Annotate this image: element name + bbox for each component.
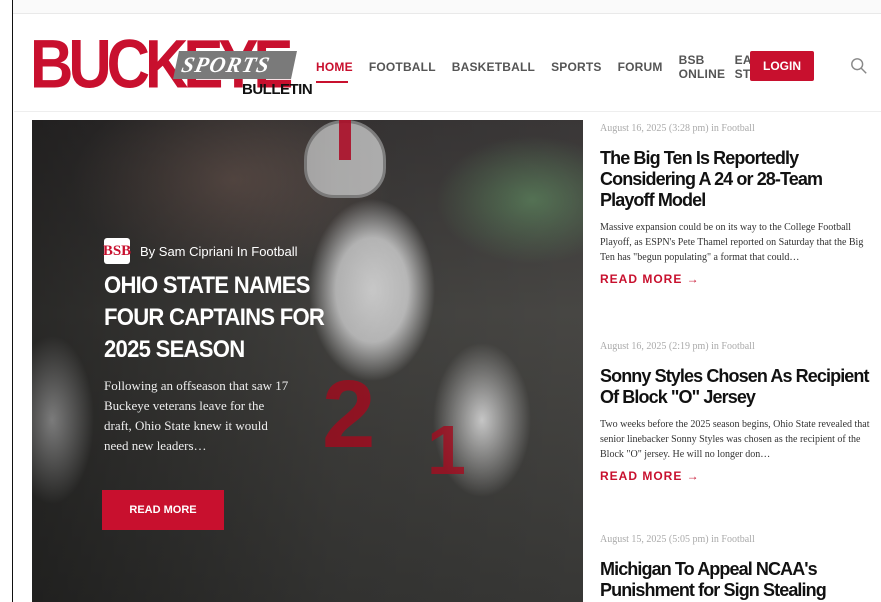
article-excerpt: Two weeks before the 2025 season begins,… bbox=[600, 419, 870, 460]
article-meta: August 15, 2025 (5:05 pm) in Football bbox=[600, 534, 755, 545]
bsb-badge-icon: BSB bbox=[103, 238, 131, 264]
main-nav: HOME FOOTBALL BASKETBALL SPORTS FORUM BS… bbox=[316, 53, 791, 83]
read-more-link[interactable]: READ MORE → bbox=[600, 469, 870, 483]
article-title[interactable]: Michigan To Appeal NCAA's Punishment for… bbox=[600, 559, 870, 601]
article-meta: August 16, 2025 (3:28 pm) in Football bbox=[600, 123, 755, 134]
nav-item-sports[interactable]: SPORTS bbox=[551, 60, 602, 74]
article-title[interactable]: Sonny Styles Chosen As Recipient Of Bloc… bbox=[600, 366, 870, 408]
article-item: August 16, 2025 (2:19 pm) in Football So… bbox=[600, 340, 870, 483]
search-icon[interactable] bbox=[850, 57, 868, 75]
nav-item-bsb-online[interactable]: BSB ONLINE bbox=[679, 53, 725, 81]
site-header: BUCKEYE SPORTS BULLETIN HOME FOOTBALL BA… bbox=[14, 15, 881, 112]
article-item: August 15, 2025 (5:05 pm) in Football Mi… bbox=[600, 533, 870, 601]
hero-featured-story[interactable]: 2 1 BSB By Sam Cipriani In Football OHIO… bbox=[32, 120, 583, 602]
hero-excerpt: Following an offseason that saw 17 Bucke… bbox=[104, 378, 289, 453]
login-button[interactable]: LOGIN bbox=[750, 51, 814, 81]
hero-read-more-button[interactable]: READ MORE bbox=[102, 490, 224, 530]
article-excerpt: Massive expansion could be on its way to… bbox=[600, 222, 864, 263]
nav-item-football[interactable]: FOOTBALL bbox=[369, 60, 436, 74]
article-title[interactable]: The Big Ten Is Reportedly Considering A … bbox=[600, 148, 870, 211]
nav-item-label: HOME bbox=[316, 60, 353, 74]
logo-sports-text: SPORTS bbox=[173, 51, 297, 79]
site-logo[interactable]: BUCKEYE SPORTS BULLETIN bbox=[30, 28, 313, 103]
nav-item-home[interactable]: HOME bbox=[316, 60, 353, 83]
logo-bulletin-text: BULLETIN bbox=[242, 81, 313, 98]
nav-item-forum[interactable]: FORUM bbox=[618, 60, 663, 74]
hero-title[interactable]: OHIO STATE NAMES FOUR CAPTAINS FOR 2025 … bbox=[104, 270, 334, 366]
page-left-edge bbox=[0, 0, 13, 602]
nav-item-basketball[interactable]: BASKETBALL bbox=[452, 60, 535, 74]
hero-byline: BSB By Sam Cipriani In Football bbox=[103, 238, 298, 264]
browser-top-edge bbox=[0, 0, 881, 14]
read-more-link[interactable]: READ MORE → bbox=[600, 272, 870, 286]
active-underline bbox=[316, 81, 348, 83]
article-meta: August 16, 2025 (2:19 pm) in Football bbox=[600, 341, 755, 352]
article-item: August 16, 2025 (3:28 pm) in Football Th… bbox=[600, 122, 870, 286]
hero-byline-text[interactable]: By Sam Cipriani In Football bbox=[140, 244, 298, 259]
